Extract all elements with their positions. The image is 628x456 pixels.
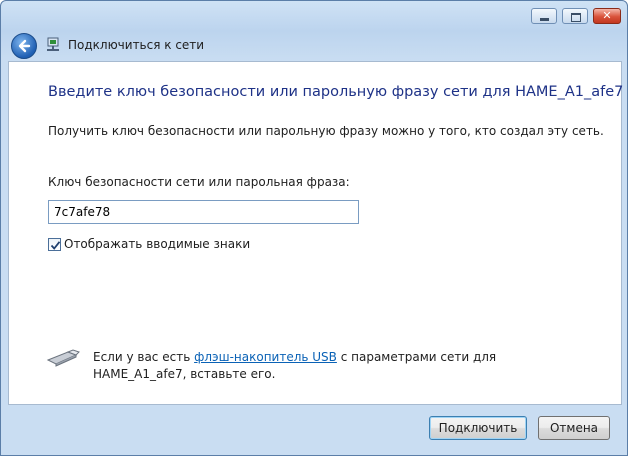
show-characters-checkbox[interactable] (48, 238, 61, 251)
close-button[interactable]: ✕ (593, 8, 621, 24)
content-panel: Введите ключ безопасности или парольную … (8, 61, 624, 405)
back-button[interactable] (11, 33, 37, 59)
cancel-button[interactable]: Отмена (538, 416, 610, 440)
usb-hint-text-before: Если у вас есть (93, 350, 195, 364)
description-text: Получить ключ безопасности или парольную… (48, 124, 604, 138)
security-key-input[interactable] (48, 200, 359, 224)
show-characters-label[interactable]: Отображать вводимые знаки (64, 237, 250, 251)
maximize-button[interactable] (562, 8, 588, 24)
window-title: Подключиться к сети (68, 38, 205, 52)
network-icon (47, 37, 59, 51)
back-arrow-icon (18, 39, 31, 53)
security-key-label: Ключ безопасности сети или парольная фра… (48, 175, 350, 189)
title-bar: ✕ (1, 1, 627, 31)
dialog-window: ✕ Подключиться к сети Введите ключ безоп… (0, 0, 628, 456)
checkmark-icon (50, 241, 61, 250)
page-heading: Введите ключ безопасности или парольную … (48, 84, 624, 100)
minimize-button[interactable] (531, 8, 557, 24)
usb-drive-link[interactable]: флэш-накопитель USB (194, 350, 337, 364)
navigation-bar: Подключиться к сети (1, 31, 627, 61)
usb-hint: Если у вас есть флэш-накопитель USB с па… (93, 349, 513, 383)
usb-drive-icon (46, 349, 80, 367)
close-icon: ✕ (602, 9, 612, 22)
connect-button[interactable]: Подключить (429, 416, 527, 440)
button-bar: Подключить Отмена (1, 404, 627, 455)
